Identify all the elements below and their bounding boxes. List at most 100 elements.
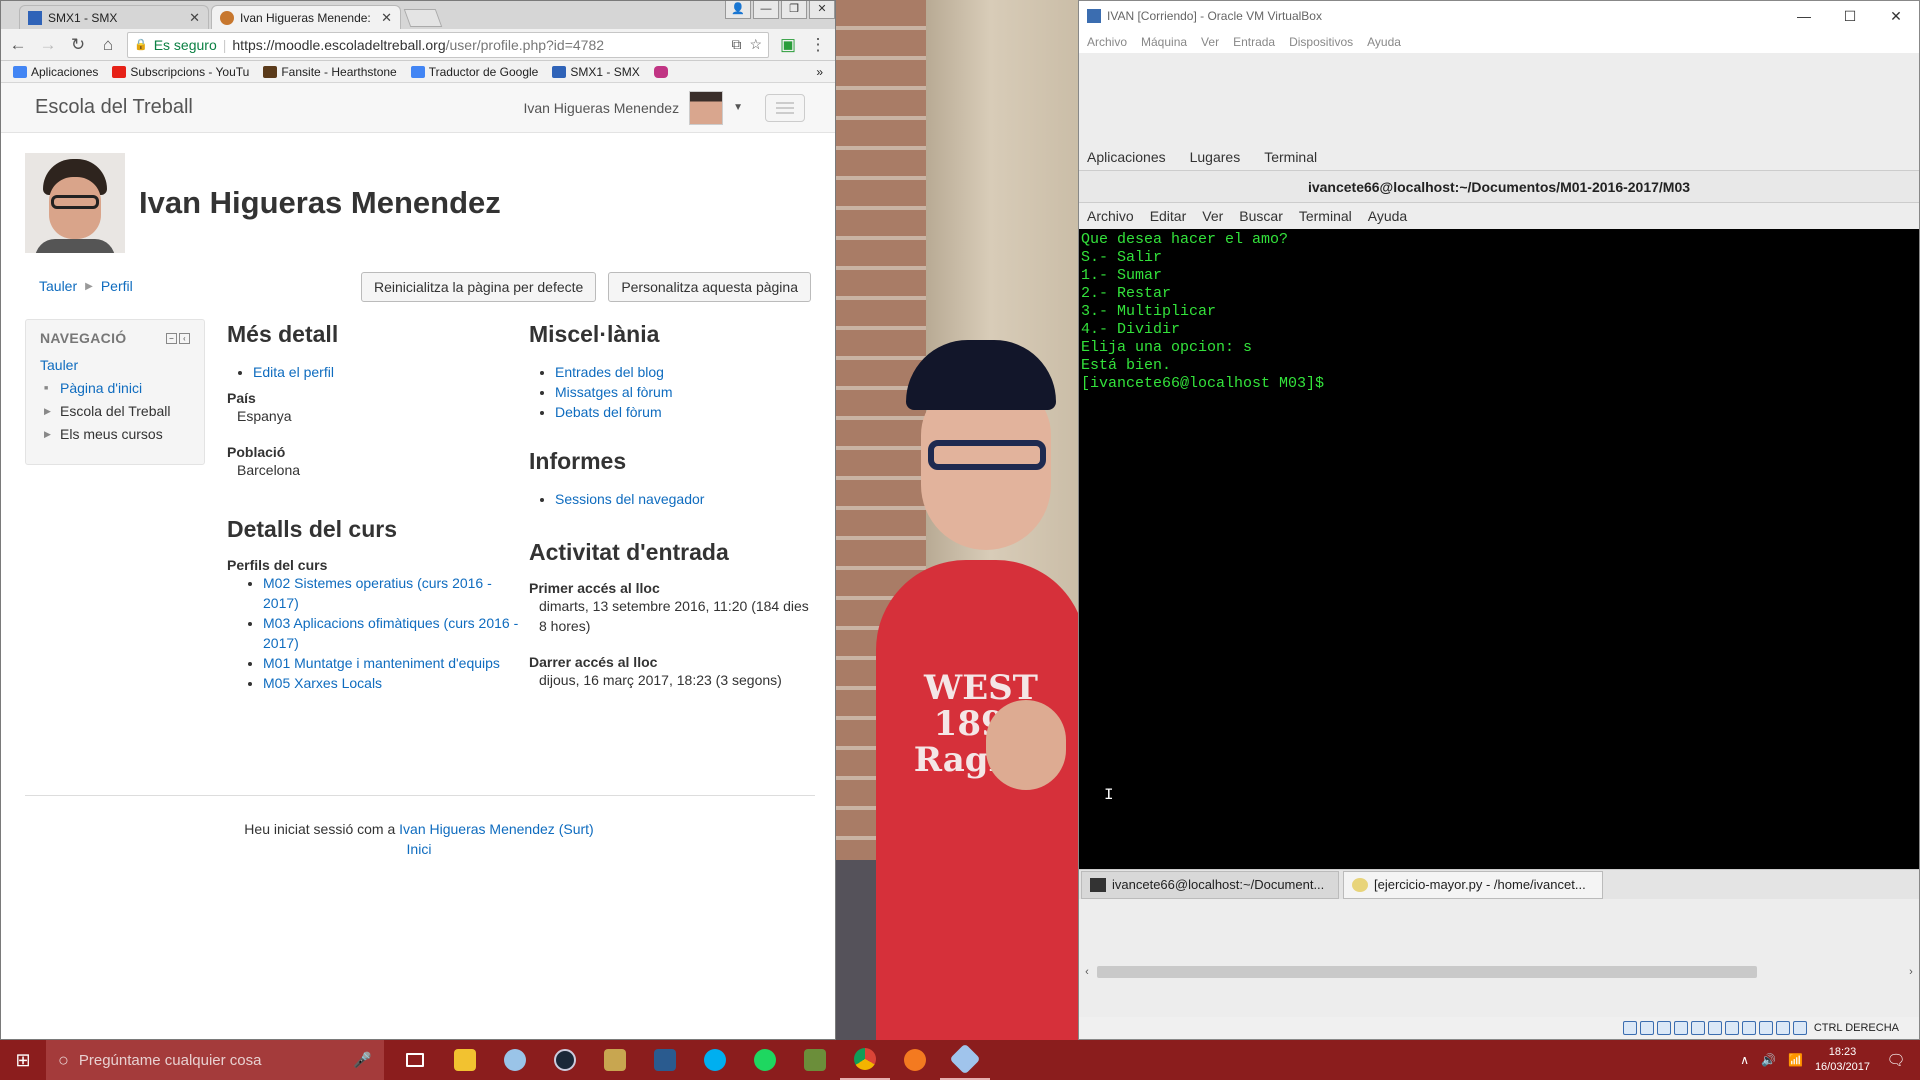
terminal-menu-buscar[interactable]: Buscar (1239, 208, 1283, 224)
bookmark-apps[interactable]: Aplicaciones (13, 65, 98, 79)
skype-icon[interactable] (690, 1040, 740, 1080)
tray-overflow-icon[interactable]: ∧ (1740, 1053, 1749, 1067)
horizontal-scrollbar[interactable]: ‹ › (1079, 963, 1919, 981)
star-icon[interactable]: ☆ (749, 36, 762, 53)
user-profile-icon[interactable]: 👤 (725, 1, 751, 19)
menu-ver[interactable]: Ver (1201, 35, 1219, 49)
footer-user-link[interactable]: Ivan Higueras Menendez (399, 821, 555, 837)
close-tab-icon[interactable]: ✕ (381, 10, 392, 26)
gnome-terminal-menu[interactable]: Terminal (1264, 149, 1317, 165)
forward-icon[interactable]: → (37, 34, 59, 56)
scroll-track[interactable] (1095, 966, 1903, 978)
breadcrumb-perfil[interactable]: Perfil (101, 278, 133, 296)
terminal-menu-ayuda[interactable]: Ayuda (1368, 208, 1407, 224)
spotify-icon[interactable] (740, 1040, 790, 1080)
close-tab-icon[interactable]: ✕ (189, 10, 200, 26)
bookmark-smx1[interactable]: SMX1 - SMX (552, 65, 640, 79)
menu-ayuda[interactable]: Ayuda (1367, 35, 1401, 49)
menu-entrada[interactable]: Entrada (1233, 35, 1275, 49)
terminal-menu-archivo[interactable]: Archivo (1087, 208, 1134, 224)
bookmark-youtube[interactable]: Subscripcions - YouTu (112, 65, 249, 79)
audio-icon[interactable] (1656, 1021, 1671, 1035)
dock-icon[interactable]: ‹ (179, 332, 190, 344)
bookmark-instagram[interactable] (653, 65, 668, 78)
bookmark-translate[interactable]: Traductor de Google (410, 65, 538, 79)
league-of-legends-icon[interactable] (590, 1040, 640, 1080)
collapse-icon[interactable]: − (166, 332, 177, 344)
paint-icon[interactable] (490, 1040, 540, 1080)
course-link[interactable]: M03 Aplicacions ofimàtiques (curs 2016 -… (263, 615, 518, 651)
nav-item-home[interactable]: Pàgina d'inici (40, 377, 190, 400)
extension-icon[interactable]: ▣ (777, 34, 799, 56)
mouse-integration-icon[interactable] (1775, 1021, 1790, 1035)
action-center-icon[interactable]: 🗨 (1882, 1051, 1910, 1069)
network-icon[interactable] (1673, 1021, 1688, 1035)
forum-posts-link[interactable]: Missatges al fòrum (555, 384, 672, 400)
visual-studio-icon[interactable] (640, 1040, 690, 1080)
volume-icon[interactable]: 🔊 (1761, 1053, 1776, 1067)
reset-page-button[interactable]: Reinicialitza la pàgina per defecte (360, 272, 597, 302)
tab-profile[interactable]: Ivan Higueras Menende: ✕ (211, 5, 401, 29)
blog-entries-link[interactable]: Entrades del blog (555, 364, 664, 380)
menu-maquina[interactable]: Máquina (1141, 35, 1187, 49)
address-bar[interactable]: 🔒 Es seguro | https://moodle.escoladeltr… (127, 31, 769, 58)
bookmarks-overflow-button[interactable]: » (816, 65, 823, 79)
back-icon[interactable]: ← (7, 34, 29, 56)
course-link[interactable]: M05 Xarxes Locals (263, 675, 382, 691)
wifi-icon[interactable]: 📶 (1788, 1053, 1803, 1067)
cpu-icon[interactable] (1758, 1021, 1773, 1035)
maximize-icon[interactable]: ☐ (1827, 8, 1873, 25)
terminal-menu-terminal[interactable]: Terminal (1299, 208, 1352, 224)
terminal-output[interactable]: Que desea hacer el amo? S.- Salir 1.- Suma… (1079, 229, 1919, 869)
file-explorer-icon[interactable] (440, 1040, 490, 1080)
shared-folders-icon[interactable] (1707, 1021, 1722, 1035)
firefox-icon[interactable] (890, 1040, 940, 1080)
logout-link[interactable]: (Surt) (559, 821, 594, 837)
close-window-icon[interactable]: ✕ (1873, 8, 1919, 25)
taskbar-clock[interactable]: 18:23 16/03/2017 (1815, 1045, 1870, 1075)
microphone-icon[interactable]: 🎤 (353, 1051, 372, 1069)
keyboard-icon[interactable] (1792, 1021, 1807, 1035)
nav-item-my-courses[interactable]: Els meus cursos (40, 423, 190, 446)
hard-disk-icon[interactable] (1622, 1021, 1637, 1035)
task-terminal[interactable]: ivancete66@localhost:~/Document... (1081, 870, 1339, 899)
browser-sessions-link[interactable]: Sessions del navegador (555, 491, 704, 507)
close-window-icon[interactable]: ✕ (809, 1, 835, 19)
nav-link[interactable]: Tauler (40, 357, 78, 373)
reload-icon[interactable]: ↻ (67, 34, 89, 56)
forum-discussions-link[interactable]: Debats del fòrum (555, 404, 662, 420)
gnome-places-menu[interactable]: Lugares (1190, 149, 1241, 165)
course-link[interactable]: M01 Muntatge i manteniment d'equips (263, 655, 500, 671)
breadcrumb-tauler[interactable]: Tauler (39, 278, 77, 296)
menu-dispositivos[interactable]: Dispositivos (1289, 35, 1353, 49)
site-brand-link[interactable]: Escola del Treball (35, 96, 193, 119)
scroll-right-icon[interactable]: › (1903, 966, 1919, 978)
hamburger-menu-button[interactable] (765, 93, 805, 122)
task-editor[interactable]: [ejercicio-mayor.py - /home/ivancet... (1343, 870, 1603, 899)
nav-item-tauler[interactable]: Tauler (40, 354, 190, 377)
menu-archivo[interactable]: Archivo (1087, 35, 1127, 49)
new-tab-button[interactable] (403, 9, 443, 27)
menu-dots-icon[interactable]: ⋮ (807, 34, 829, 56)
bookmark-hearthstone[interactable]: Fansite - Hearthstone (263, 65, 397, 79)
edit-profile-link[interactable]: Edita el perfil (253, 364, 334, 380)
cortana-search-box[interactable]: ○ Pregúntame cualquier cosa 🎤 (46, 1040, 384, 1080)
terminal-menu-ver[interactable]: Ver (1202, 208, 1223, 224)
restore-icon[interactable]: ❐ (781, 1, 807, 19)
footer-home-link[interactable]: Inici (407, 841, 432, 857)
minimize-icon[interactable]: — (753, 1, 779, 19)
home-icon[interactable]: ⌂ (97, 34, 119, 56)
terminal-menu-editar[interactable]: Editar (1150, 208, 1187, 224)
minecraft-icon[interactable] (790, 1040, 840, 1080)
nav-item-school[interactable]: Escola del Treball (40, 400, 190, 423)
optical-drive-icon[interactable] (1639, 1021, 1654, 1035)
usb-icon[interactable] (1690, 1021, 1705, 1035)
user-menu[interactable]: Ivan Higueras Menendez ▼ (523, 90, 743, 125)
minimize-icon[interactable]: — (1781, 8, 1827, 25)
windows-start-icon[interactable]: ⊞ (0, 1040, 46, 1080)
steam-icon[interactable] (540, 1040, 590, 1080)
customize-page-button[interactable]: Personalitza aquesta pàgina (608, 272, 811, 302)
course-link[interactable]: M02 Sistemes operatius (curs 2016 - 2017… (263, 575, 492, 611)
task-view-icon[interactable] (390, 1040, 440, 1080)
virtualbox-taskbar-icon[interactable] (940, 1040, 990, 1080)
